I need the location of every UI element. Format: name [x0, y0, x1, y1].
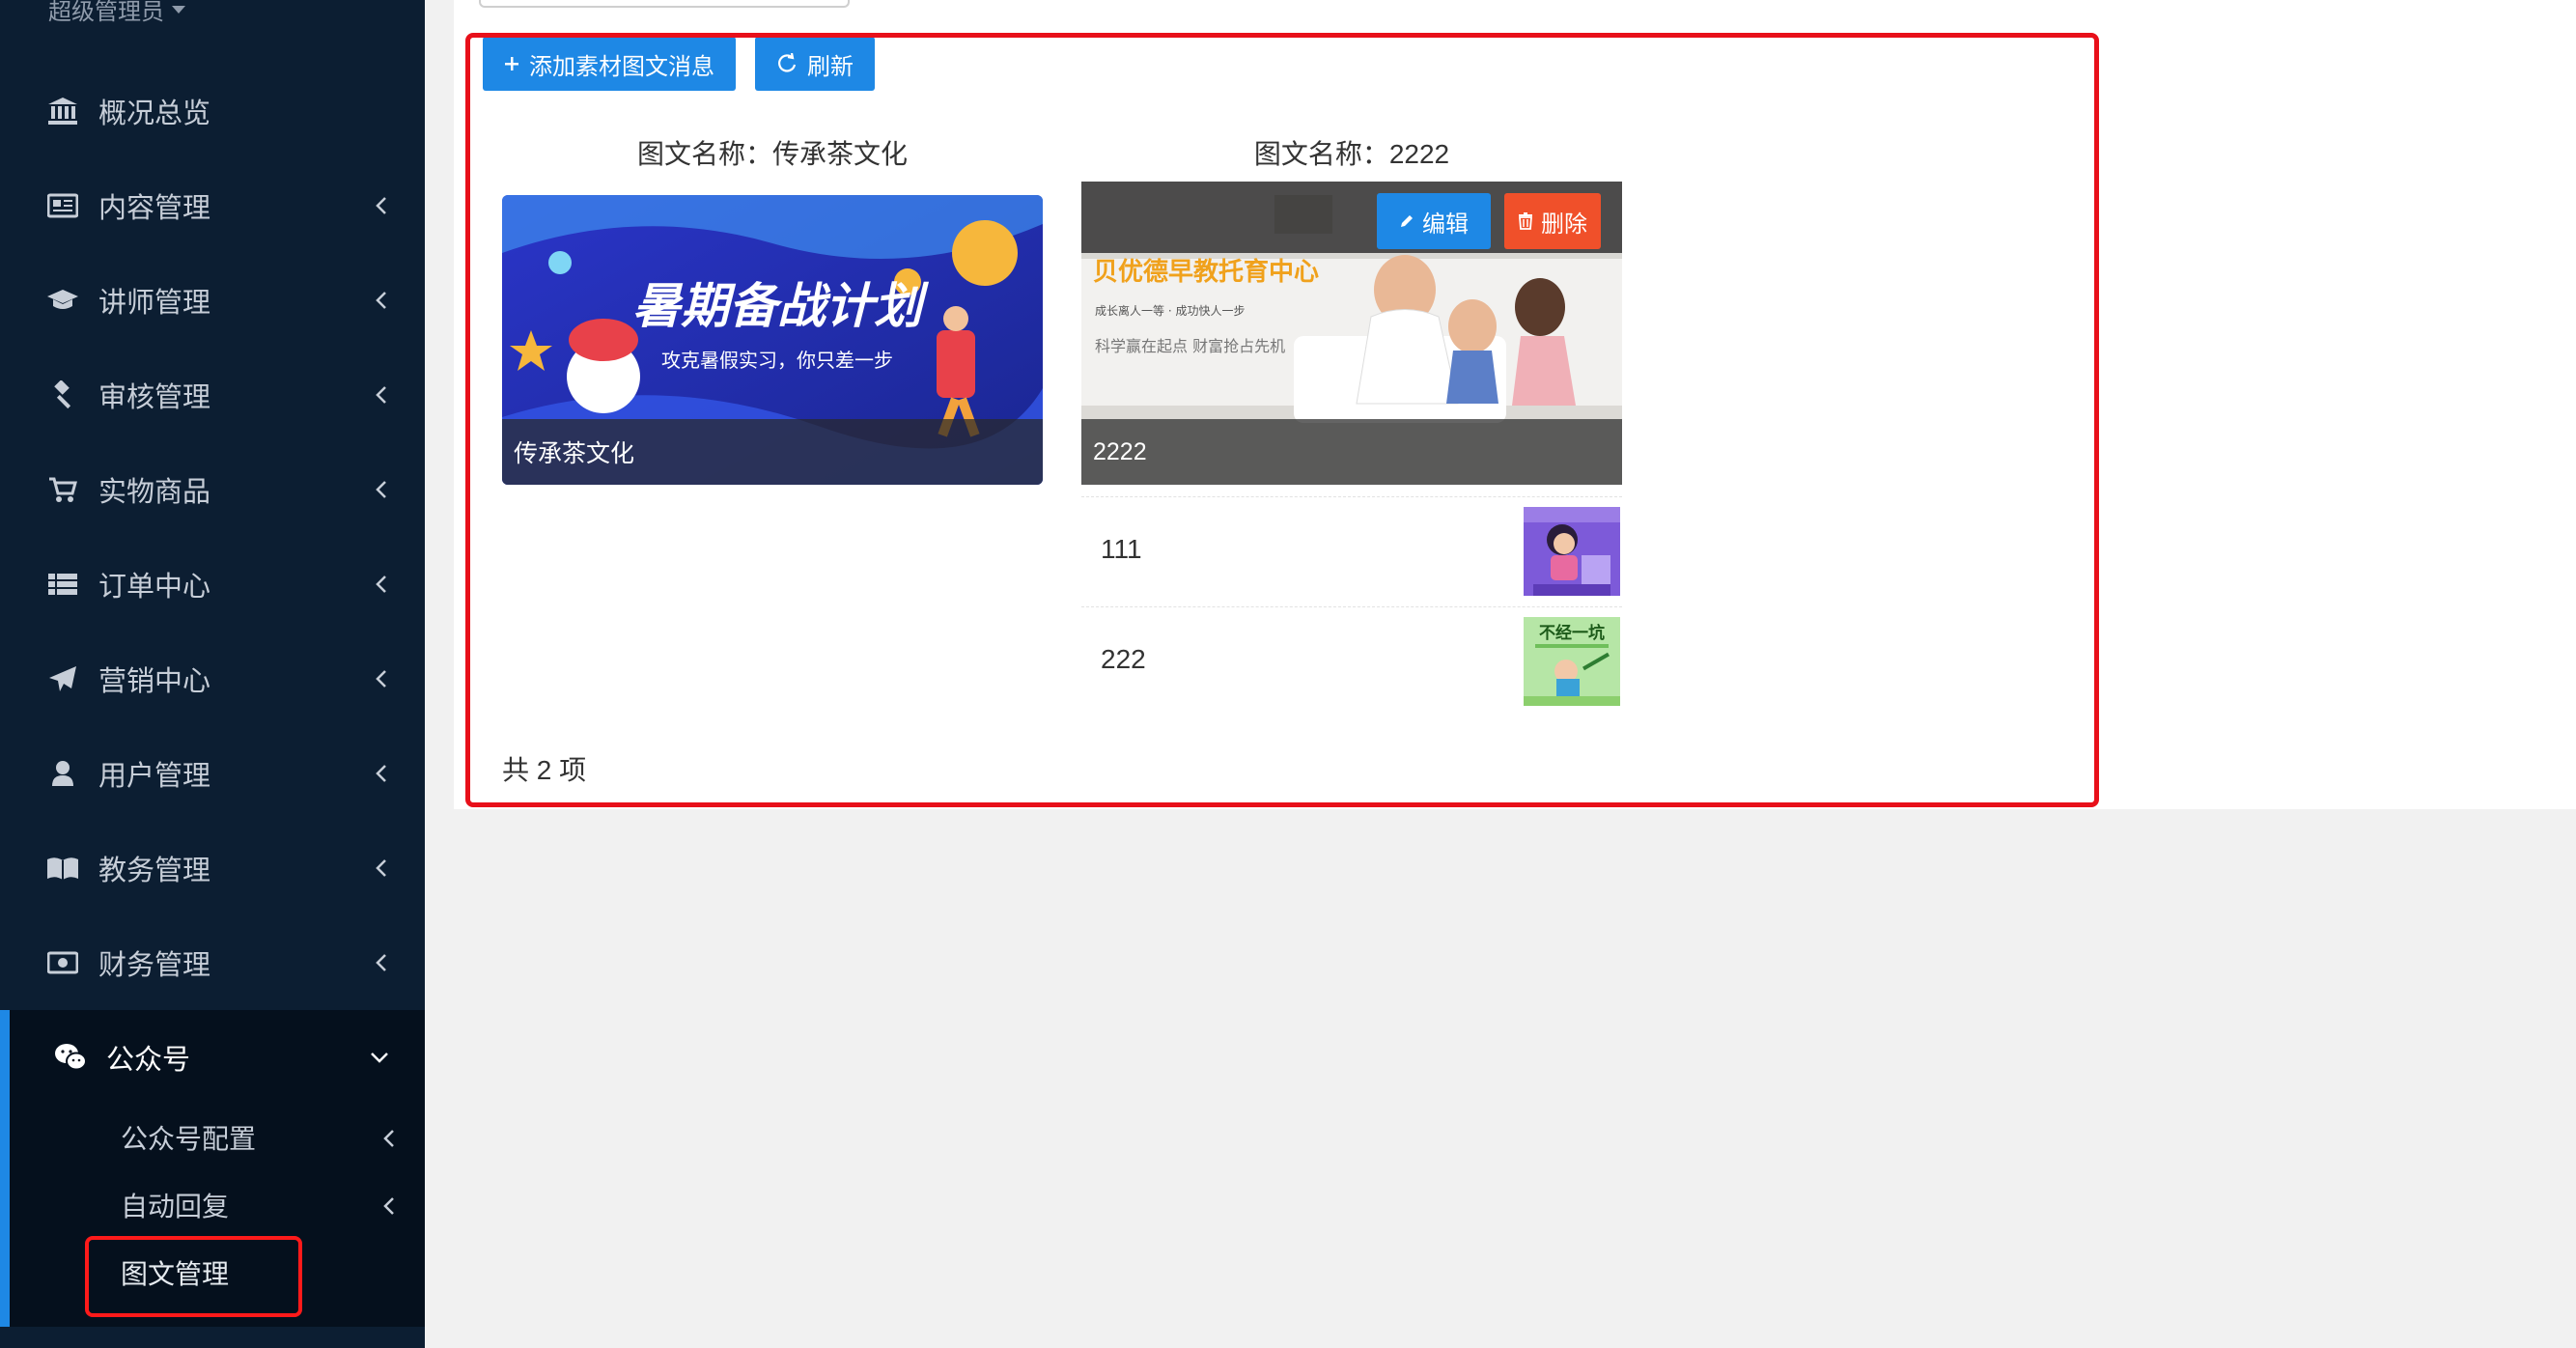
- user-role-menu[interactable]: 超级管理员: [48, 0, 185, 26]
- nav-item-finance[interactable]: 财务管理: [0, 915, 425, 1010]
- nav-item-label: 教务管理: [98, 856, 211, 886]
- nav-item-users[interactable]: 用户管理: [0, 726, 425, 821]
- nav-item-lecturers[interactable]: 讲师管理: [0, 253, 425, 348]
- highlight-frame: [465, 33, 2099, 807]
- nav-item-label: 实物商品: [98, 477, 211, 508]
- sub-item-auto-reply[interactable]: 自动回复: [0, 1174, 425, 1236]
- chevron-left-icon: [376, 197, 386, 214]
- chevron-left-icon: [376, 670, 386, 688]
- nav-item-label: 订单中心: [98, 572, 211, 603]
- money-icon: [46, 946, 79, 979]
- nav-item-content[interactable]: 内容管理: [0, 158, 425, 253]
- caret-down-icon: [172, 5, 185, 14]
- nav-item-label: 内容管理: [98, 193, 211, 224]
- nav-item-label: 财务管理: [98, 950, 211, 981]
- gavel-icon: [46, 379, 79, 411]
- sub-item-label: 自动回复: [121, 1192, 230, 1222]
- nav-item-label: 讲师管理: [98, 288, 211, 319]
- chevron-down-icon: [371, 1053, 388, 1063]
- nav-item-wechat[interactable]: 公众号: [0, 1010, 425, 1105]
- sub-item-wechat-config[interactable]: 公众号配置: [0, 1107, 425, 1168]
- nav-item-goods[interactable]: 实物商品: [0, 442, 425, 537]
- graduation-cap-icon: [46, 284, 79, 317]
- chevron-left-icon: [376, 954, 386, 971]
- chevron-left-icon: [376, 765, 386, 782]
- user-icon: [46, 757, 79, 790]
- bank-icon: [46, 95, 79, 127]
- top-select[interactable]: [479, 0, 850, 8]
- wechat-icon: [54, 1041, 87, 1074]
- paper-plane-icon: [46, 662, 79, 695]
- nav-item-overview[interactable]: 概况总览: [0, 64, 425, 158]
- highlight-frame: [85, 1236, 302, 1317]
- chevron-left-icon: [383, 1197, 394, 1215]
- nav-item-label: 营销中心: [98, 666, 211, 697]
- book-icon: [46, 852, 79, 885]
- nav-item-label: 用户管理: [98, 761, 211, 792]
- chevron-left-icon: [383, 1130, 394, 1147]
- nav-item-marketing[interactable]: 营销中心: [0, 632, 425, 726]
- nav-item-orders[interactable]: 订单中心: [0, 537, 425, 632]
- chevron-left-icon: [376, 292, 386, 309]
- chevron-left-icon: [376, 859, 386, 877]
- chevron-left-icon: [376, 576, 386, 593]
- cart-icon: [46, 473, 79, 506]
- user-role-label: 超级管理员: [48, 0, 164, 25]
- nav-item-label: 概况总览: [98, 98, 211, 129]
- sub-item-label: 公众号配置: [121, 1124, 257, 1154]
- nav-item-academic[interactable]: 教务管理: [0, 821, 425, 915]
- newspaper-icon: [46, 189, 79, 222]
- chevron-left-icon: [376, 481, 386, 498]
- sidebar: 超级管理员 概况总览 内容管理 讲师管理 审核管理 实物商品 订单中心 营销中心…: [0, 0, 425, 1348]
- nav-item-review[interactable]: 审核管理: [0, 348, 425, 442]
- list-icon: [46, 568, 79, 601]
- nav-item-label: 审核管理: [98, 382, 211, 413]
- chevron-left-icon: [376, 386, 386, 404]
- nav-item-label: 公众号: [106, 1045, 191, 1076]
